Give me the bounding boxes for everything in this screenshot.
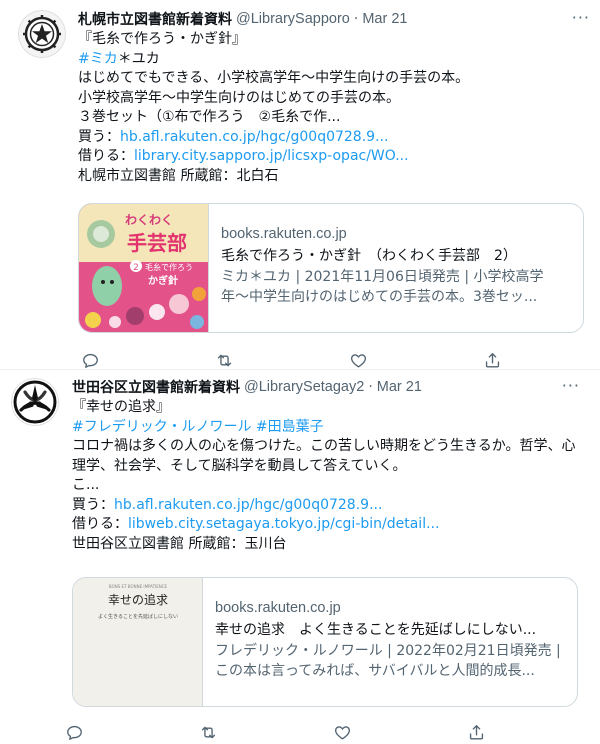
- description-line: はじめてでもできる、小学校高学年〜中学生向けの手芸の本。: [78, 70, 470, 86]
- description-line: コロナ禍は多くの人の心を傷つけた。この苦しい時期をどう生きるか。哲学、心理学、社…: [72, 438, 576, 474]
- retweet-icon: [217, 354, 231, 366]
- like-button[interactable]: [330, 720, 354, 744]
- card-domain: books.rakuten.co.jp: [221, 226, 347, 242]
- tweet-date[interactable]: Mar 21: [377, 379, 422, 395]
- tweet-header: 札幌市立図書館新着資料 @LibrarySapporo · Mar 21: [78, 8, 586, 30]
- avatar[interactable]: [18, 10, 66, 58]
- buy-link[interactable]: hb.afl.rakuten.co.jp/hgc/g00q0728.9...: [114, 497, 382, 513]
- description-line: こ...: [72, 477, 100, 493]
- borrow-link[interactable]: library.city.sapporo.jp/licsxp-opac/WO..…: [134, 148, 409, 164]
- card-text: books.rakuten.co.jp 幸せの追求 よく生きることを先延ばしにし…: [215, 598, 565, 681]
- card-description: ミカ＊ユカ | 2021年11月06日頃発売 | 小学校高学年〜中学生向けのはじ…: [221, 269, 544, 305]
- separator-dot: ·: [353, 11, 359, 27]
- cover-subtitle2: かぎ針: [148, 274, 178, 287]
- buy-line: 買う：hb.afl.rakuten.co.jp/hgc/g00q0728.9..…: [78, 128, 586, 148]
- borrow-label: 借りる：: [78, 148, 134, 164]
- description-line: ３巻セット（①布で作ろう ②毛糸で作...: [78, 109, 341, 125]
- buy-link[interactable]: hb.afl.rakuten.co.jp/hgc/g00q0728.9...: [120, 129, 388, 145]
- book-cover-image: わくわく 手芸部 2 毛糸で作ろう かぎ針: [79, 204, 209, 332]
- cover-title: 幸せの追求: [108, 592, 168, 607]
- author-handle[interactable]: @LibrarySetagay2: [244, 379, 364, 395]
- holding-line: 世田谷区立図書館 所蔵館：玉川台: [72, 535, 287, 552]
- reply-button[interactable]: [78, 348, 102, 372]
- retweet-icon: [201, 726, 215, 738]
- heart-icon: [334, 725, 350, 740]
- tweet-date[interactable]: Mar 21: [362, 11, 407, 27]
- link-card[interactable]: BONS ET BONNE IMPATIENCE 幸せの追求 よく生きることを先…: [72, 577, 578, 707]
- cover-subtitle: よく生きることを先延ばしにしない: [98, 613, 178, 620]
- author-name[interactable]: 札幌市立図書館新着資料: [78, 9, 232, 29]
- sapporo-emblem-icon: [18, 10, 66, 58]
- share-button[interactable]: [480, 348, 504, 372]
- tweet-actions: [62, 720, 488, 744]
- retweet-button[interactable]: [212, 348, 236, 372]
- author-handle[interactable]: @LibrarySapporo: [236, 11, 350, 27]
- borrow-line: 借りる：libweb.city.setagaya.tokyo.jp/cgi-bi…: [72, 515, 580, 535]
- card-description: フレデリック・ルノワール | 2022年02月21日頃発売 | この本は言ってみ…: [215, 643, 561, 679]
- setagaya-emblem-icon: [11, 378, 59, 426]
- tweet-content: 世田谷区立図書館新着資料 @LibrarySetagay2 · Mar 21 ·…: [66, 376, 580, 740]
- tweet-content: 札幌市立図書館新着資料 @LibrarySapporo · Mar 21 ···…: [78, 8, 589, 368]
- author-line: #ミカ＊ユカ: [78, 50, 586, 70]
- avatar[interactable]: [11, 378, 59, 426]
- more-options-icon[interactable]: ···: [572, 8, 590, 27]
- book-cover-image: BONS ET BONNE IMPATIENCE 幸せの追求 よく生きることを先…: [73, 578, 203, 706]
- reply-button[interactable]: [62, 720, 86, 744]
- heart-icon: [350, 353, 366, 368]
- card-domain: books.rakuten.co.jp: [215, 600, 341, 616]
- buy-label: 買う：: [78, 128, 120, 145]
- author-name[interactable]: 世田谷区立図書館新着資料: [72, 377, 240, 397]
- book-title: 『幸せの追求』: [72, 399, 170, 415]
- borrow-line: 借りる：library.city.sapporo.jp/licsxp-opac/…: [78, 147, 586, 167]
- holding-line: 札幌市立図書館 所蔵館：北白石: [78, 167, 279, 184]
- tweet-header: 世田谷区立図書館新着資料 @LibrarySetagay2 · Mar 21: [72, 376, 580, 398]
- tweet-sapporo[interactable]: 札幌市立図書館新着資料 @LibrarySapporo · Mar 21 ···…: [0, 0, 600, 370]
- tweet-setagaya[interactable]: 世田谷区立図書館新着資料 @LibrarySetagay2 · Mar 21 ·…: [0, 370, 600, 742]
- book-title: 『毛糸で作ろう・かぎ針』: [78, 31, 246, 47]
- buy-label: 買う：: [72, 496, 114, 513]
- author-rest: ＊ユカ: [117, 50, 160, 67]
- cover-header: BONS ET BONNE IMPATIENCE: [109, 584, 168, 589]
- card-title: 毛糸で作ろう・かぎ針 （わくわく手芸部 2）: [221, 248, 517, 264]
- description-line: 小学校高学年〜中学生向けのはじめての手芸の本。: [78, 89, 400, 106]
- share-icon: [469, 724, 483, 740]
- card-text: books.rakuten.co.jp 毛糸で作ろう・かぎ針 （わくわく手芸部 …: [221, 224, 571, 307]
- hashtag-link[interactable]: #ミカ: [78, 51, 118, 67]
- link-card[interactable]: わくわく 手芸部 2 毛糸で作ろう かぎ針 books.rakuten.co.j…: [78, 203, 584, 333]
- cover-number: 2: [133, 263, 139, 273]
- borrow-link[interactable]: libweb.city.setagaya.tokyo.jp/cgi-bin/de…: [128, 516, 439, 532]
- reply-icon: [82, 353, 98, 368]
- card-title: 幸せの追求 よく生きることを先延ばしにしない...: [215, 622, 537, 638]
- like-button[interactable]: [346, 348, 370, 372]
- share-button[interactable]: [464, 720, 488, 744]
- reply-icon: [66, 725, 82, 740]
- share-icon: [485, 352, 499, 368]
- cover-title: 手芸部: [127, 231, 187, 255]
- tweet-actions: [78, 348, 504, 372]
- buy-line: 買う：hb.afl.rakuten.co.jp/hgc/g00q0728.9..…: [72, 496, 580, 516]
- separator-dot: ·: [368, 379, 373, 395]
- cover-subtitle: 毛糸で作ろう: [145, 262, 193, 272]
- retweet-button[interactable]: [196, 720, 220, 744]
- hashtag-links[interactable]: #フレデリック・ルノワール #田島葉子: [72, 418, 580, 438]
- cover-series: わくわく: [125, 213, 173, 227]
- tweet-text: 『毛糸で作ろう・かぎ針』 #ミカ＊ユカ はじめてでもできる、小学校高学年〜中学生…: [78, 30, 586, 186]
- borrow-label: 借りる：: [72, 516, 128, 532]
- more-options-icon[interactable]: ···: [562, 376, 580, 395]
- tweet-text: 『幸せの追求』 #フレデリック・ルノワール #田島葉子 コロナ禍は多くの人の心を…: [72, 398, 580, 554]
